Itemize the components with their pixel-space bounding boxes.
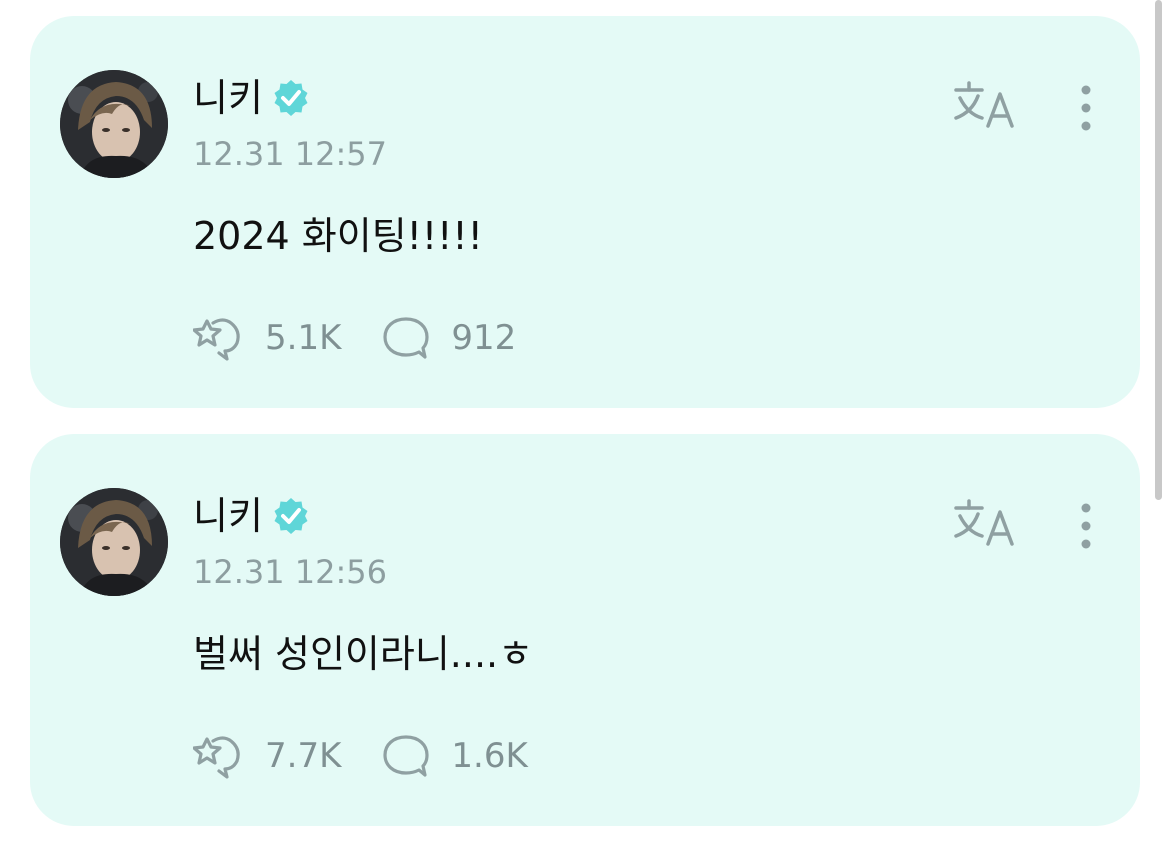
- like-count: 5.1K: [265, 318, 342, 358]
- like-count: 7.7K: [265, 736, 342, 776]
- like-button[interactable]: 5.1K: [193, 315, 341, 361]
- post-actions: 5.1K 912: [193, 315, 516, 361]
- scrollbar[interactable]: [1155, 0, 1162, 500]
- post-text: 2024 화이팅!!!!!: [193, 214, 483, 258]
- post-timestamp: 12.31 12:57: [193, 135, 387, 173]
- comment-button[interactable]: 1.6K: [379, 733, 528, 779]
- avatar[interactable]: [60, 488, 168, 596]
- comment-count: 912: [451, 318, 517, 358]
- more-options-button[interactable]: [1066, 80, 1106, 136]
- verified-badge-icon: [274, 80, 308, 116]
- translate-button[interactable]: [952, 78, 1022, 134]
- more-vertical-icon: [1081, 503, 1091, 549]
- comment-count: 1.6K: [451, 736, 528, 776]
- post-timestamp: 12.31 12:56: [193, 553, 387, 591]
- comment-icon: [383, 317, 429, 359]
- comment-button[interactable]: 912: [379, 315, 516, 361]
- author-name[interactable]: 니키: [193, 74, 263, 122]
- post-card[interactable]: 니키 12.31 12:56 벌써 성인이라니....ㅎ 7.7K 1.6K: [30, 434, 1140, 826]
- comment-icon: [383, 735, 429, 777]
- avatar[interactable]: [60, 70, 168, 178]
- post-text: 벌써 성인이라니....ㅎ: [193, 632, 534, 676]
- like-icon: [193, 736, 240, 779]
- author-row: 니키: [193, 74, 311, 122]
- translate-button[interactable]: [952, 496, 1022, 552]
- more-options-button[interactable]: [1066, 498, 1106, 554]
- author-name[interactable]: 니키: [193, 492, 263, 540]
- post-card[interactable]: 니키 12.31 12:57 2024 화이팅!!!!! 5.1K 912: [30, 16, 1140, 408]
- avatar-image: [60, 488, 168, 596]
- translate-icon: [954, 499, 1014, 546]
- author-row: 니키: [193, 492, 311, 540]
- post-actions: 7.7K 1.6K: [193, 733, 528, 779]
- avatar-image: [60, 70, 168, 178]
- like-button[interactable]: 7.7K: [193, 733, 341, 779]
- translate-icon: [954, 81, 1014, 128]
- verified-badge-icon: [274, 498, 308, 534]
- more-vertical-icon: [1081, 85, 1091, 131]
- like-icon: [193, 318, 240, 361]
